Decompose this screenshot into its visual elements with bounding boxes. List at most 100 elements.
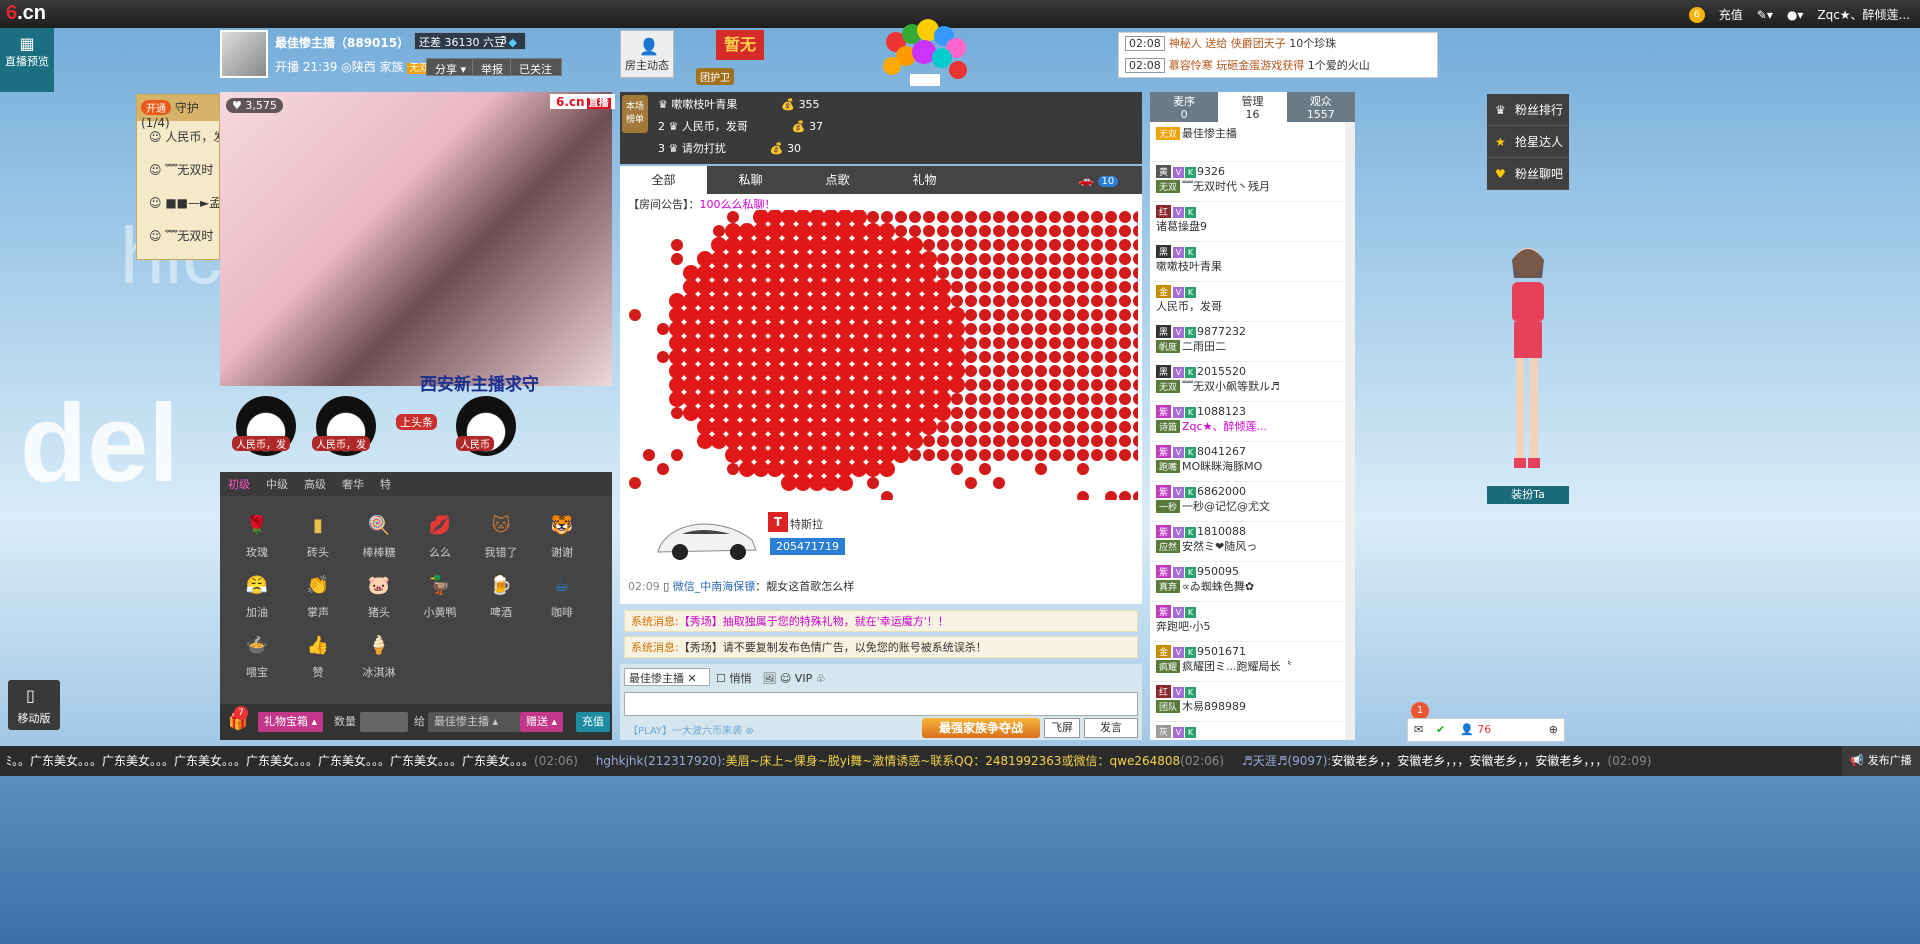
user-row[interactable]: 紫 V K 8041267 跑嘴 MO眯眯海豚MO	[1150, 442, 1345, 482]
fan-chat-button[interactable]: ♥ 粉丝聊吧	[1487, 158, 1569, 190]
rose-petal	[711, 335, 727, 351]
gift-item[interactable]: 🌹 玫瑰	[232, 510, 282, 560]
mobile-version-button[interactable]: ▯ 移动版	[8, 680, 60, 730]
anchor-avatar[interactable]	[220, 30, 268, 78]
gift-item[interactable]: 🐯 谢谢	[537, 510, 587, 560]
user-row[interactable]: 红 V K 团队 木易898989	[1150, 682, 1345, 722]
live-preview-button[interactable]: ▦ 直播预览	[0, 28, 54, 92]
gift-item[interactable]: 💋 么么	[415, 510, 465, 560]
rose-petal	[739, 363, 755, 379]
status-icon[interactable]: ●▾	[1787, 8, 1804, 22]
guard-item[interactable]: ☺ ﹌无双时	[137, 154, 219, 187]
recharge-link[interactable]: 充值	[1719, 6, 1743, 23]
gift-item[interactable]: 👍 赞	[293, 630, 343, 680]
gift-item[interactable]: ▮ 砖头	[293, 510, 343, 560]
tab-admins[interactable]: 管理 16	[1218, 92, 1286, 122]
rose-petal	[979, 211, 991, 223]
tab-audience[interactable]: 观众 1557	[1287, 92, 1355, 122]
user-row[interactable]: 紫 V K 奔跑吧·小5	[1150, 602, 1345, 642]
anchor-dynamics-button[interactable]: 👤 房主动态	[620, 30, 674, 78]
gift-item[interactable]: 🐷 猪头	[354, 570, 404, 620]
gift-tab[interactable]: 奢华	[334, 472, 372, 496]
user-row[interactable]: 黑 V K 嗽嗽枝叶青果	[1150, 242, 1345, 282]
gift-item[interactable]: 😤 加油	[232, 570, 282, 620]
gift-item[interactable]: 🍦 冰淇淋	[354, 630, 404, 680]
user-row[interactable]: 紫 V K 6862000 一秒 一秒@记忆@尤文	[1150, 482, 1345, 522]
user-row[interactable]: 黄 V K 9326 无双 ﹌无双时代丶残月	[1150, 162, 1345, 202]
avatar-doll[interactable]	[1494, 238, 1560, 486]
rose-petal	[965, 323, 977, 335]
broadcast-button[interactable]: 📢 发布广播	[1842, 746, 1920, 776]
gift-tab[interactable]: 中级	[258, 472, 296, 496]
recipient-select[interactable]: 最佳惨主播 ▴	[428, 712, 520, 732]
gift-item[interactable]: ☕ 咖啡	[537, 570, 587, 620]
gift-box-button[interactable]: 礼物宝箱 ▴	[258, 712, 323, 732]
star-grab-button[interactable]: ★ 抢星达人	[1487, 126, 1569, 158]
zoom-icon[interactable]: ⊕	[1549, 723, 1558, 736]
followed-button[interactable]: 已关注	[510, 58, 562, 76]
user-id: 8041267	[1197, 445, 1246, 458]
check-icon[interactable]: ✔	[1436, 723, 1445, 736]
gift-tab[interactable]: 初级	[220, 472, 258, 496]
user-row[interactable]: 灰VKO我老公O	[1150, 722, 1345, 740]
guard-item[interactable]: ☺ 人民币，发	[137, 121, 219, 154]
fan-rank-button[interactable]: ♛ 粉丝排行	[1487, 94, 1569, 126]
report-button[interactable]: 举报	[472, 58, 512, 76]
gift-tab[interactable]: 特	[372, 472, 399, 496]
rank-row[interactable]: 3 ♛ 请勿打扰 💰 30	[658, 138, 801, 160]
user-row[interactable]: 紫 V K 1088123 诗篇 Zqc★、醉倾莲...	[1150, 402, 1345, 442]
rank-row[interactable]: ♛ 嗽嗽枝叶青果 💰 355	[658, 94, 820, 116]
rank-row[interactable]: 2 ♛ 人民币，发哥 💰 37	[658, 116, 823, 138]
video-player[interactable]	[220, 92, 612, 386]
user-menu[interactable]: Zqc★、醉倾莲...	[1817, 6, 1910, 23]
guard-group-badge[interactable]: 团护卫	[696, 68, 734, 85]
gift-item[interactable]: 👏 掌声	[293, 570, 343, 620]
tab-empty[interactable]	[968, 166, 1055, 194]
quantity-input[interactable]	[360, 712, 408, 732]
tab-cars[interactable]: 🚗 10	[1055, 166, 1142, 194]
share-button[interactable]: 分享 ▾	[426, 58, 475, 76]
tab-all[interactable]: 全部	[620, 166, 707, 194]
gift-item[interactable]: 🍭 棒棒糖	[354, 510, 404, 560]
gift-item[interactable]: 🍲 喂宝	[232, 630, 282, 680]
guard-item[interactable]: ☺ ■■—►孟徒	[137, 187, 219, 220]
headline-button[interactable]: 上头条	[396, 414, 437, 430]
gift-item[interactable]: 🍺 啤酒	[476, 570, 526, 620]
tab-mic-queue[interactable]: 麦序 0	[1150, 92, 1218, 122]
rose-petal	[795, 223, 811, 239]
car-owner-id[interactable]: 205471719	[770, 538, 845, 555]
user-row[interactable]: 红 V K 诸葛操盘9	[1150, 202, 1345, 242]
guard-item[interactable]: ☺ ﹌无双时	[137, 220, 219, 253]
dress-up-button[interactable]: 装扮Ta	[1487, 486, 1569, 504]
user-row[interactable]: 黑 V K 2015520 无双 ﹌无双小飙等默ル♬	[1150, 362, 1345, 402]
tab-gifts[interactable]: 礼物	[881, 166, 968, 194]
whisper-checkbox[interactable]: ☐ 悄悄 🖼 ☺ VIP ♧	[716, 670, 826, 686]
user-row[interactable]: 紫 V K 1810088 应然 安然ミ❤随风っ	[1150, 522, 1345, 562]
rose-petal	[965, 281, 977, 293]
fly-screen-button[interactable]: 飞屏	[1044, 718, 1080, 738]
user-list-scrollbar[interactable]	[1345, 122, 1355, 740]
send-gift-button[interactable]: 赠送 ▴	[520, 712, 563, 732]
gift-tab[interactable]: 高级	[296, 472, 334, 496]
user-row[interactable]: 无双 最佳惨主播	[1150, 122, 1345, 162]
open-guard-button[interactable]: 开通	[141, 100, 171, 115]
tab-private[interactable]: 私聊	[707, 166, 794, 194]
user-row[interactable]: 金 V K 人民币，发哥	[1150, 282, 1345, 322]
user-row[interactable]: 金 V K 9501671 疯耀 疯耀团ミ...跑耀局长〝	[1150, 642, 1345, 682]
gift-item[interactable]: 🐱 我错了	[476, 510, 526, 560]
tab-songs[interactable]: 点歌	[794, 166, 881, 194]
mail-icon[interactable]: ✉	[1414, 723, 1423, 736]
coin-icon[interactable]: 6	[1689, 7, 1705, 23]
gift-item[interactable]: 🦆 小黄鸭	[415, 570, 465, 620]
chat-input[interactable]	[624, 692, 1138, 716]
user-row[interactable]: 黑 V K 9877232 帆度 二雨田二	[1150, 322, 1345, 362]
site-logo[interactable]: 6.cn	[6, 2, 46, 25]
notice-row: 02:08 慕容怜寒 玩砸金蛋游戏获得 1个爱的火山	[1119, 55, 1437, 77]
user-row[interactable]: 紫 V K 950095 真弃 ∝ゐ蜘蛛色舞✿	[1150, 562, 1345, 602]
edit-icon[interactable]: ✎▾	[1757, 8, 1773, 22]
chat-target-select[interactable]: 最佳惨主播 ✕	[624, 668, 710, 686]
family-battle-button[interactable]: 最强家族争夺战	[922, 718, 1040, 738]
chat-user[interactable]: 微信_中南海保镖	[673, 580, 756, 593]
gift-recharge-button[interactable]: 充值	[576, 712, 610, 732]
send-message-button[interactable]: 发言	[1084, 718, 1138, 738]
